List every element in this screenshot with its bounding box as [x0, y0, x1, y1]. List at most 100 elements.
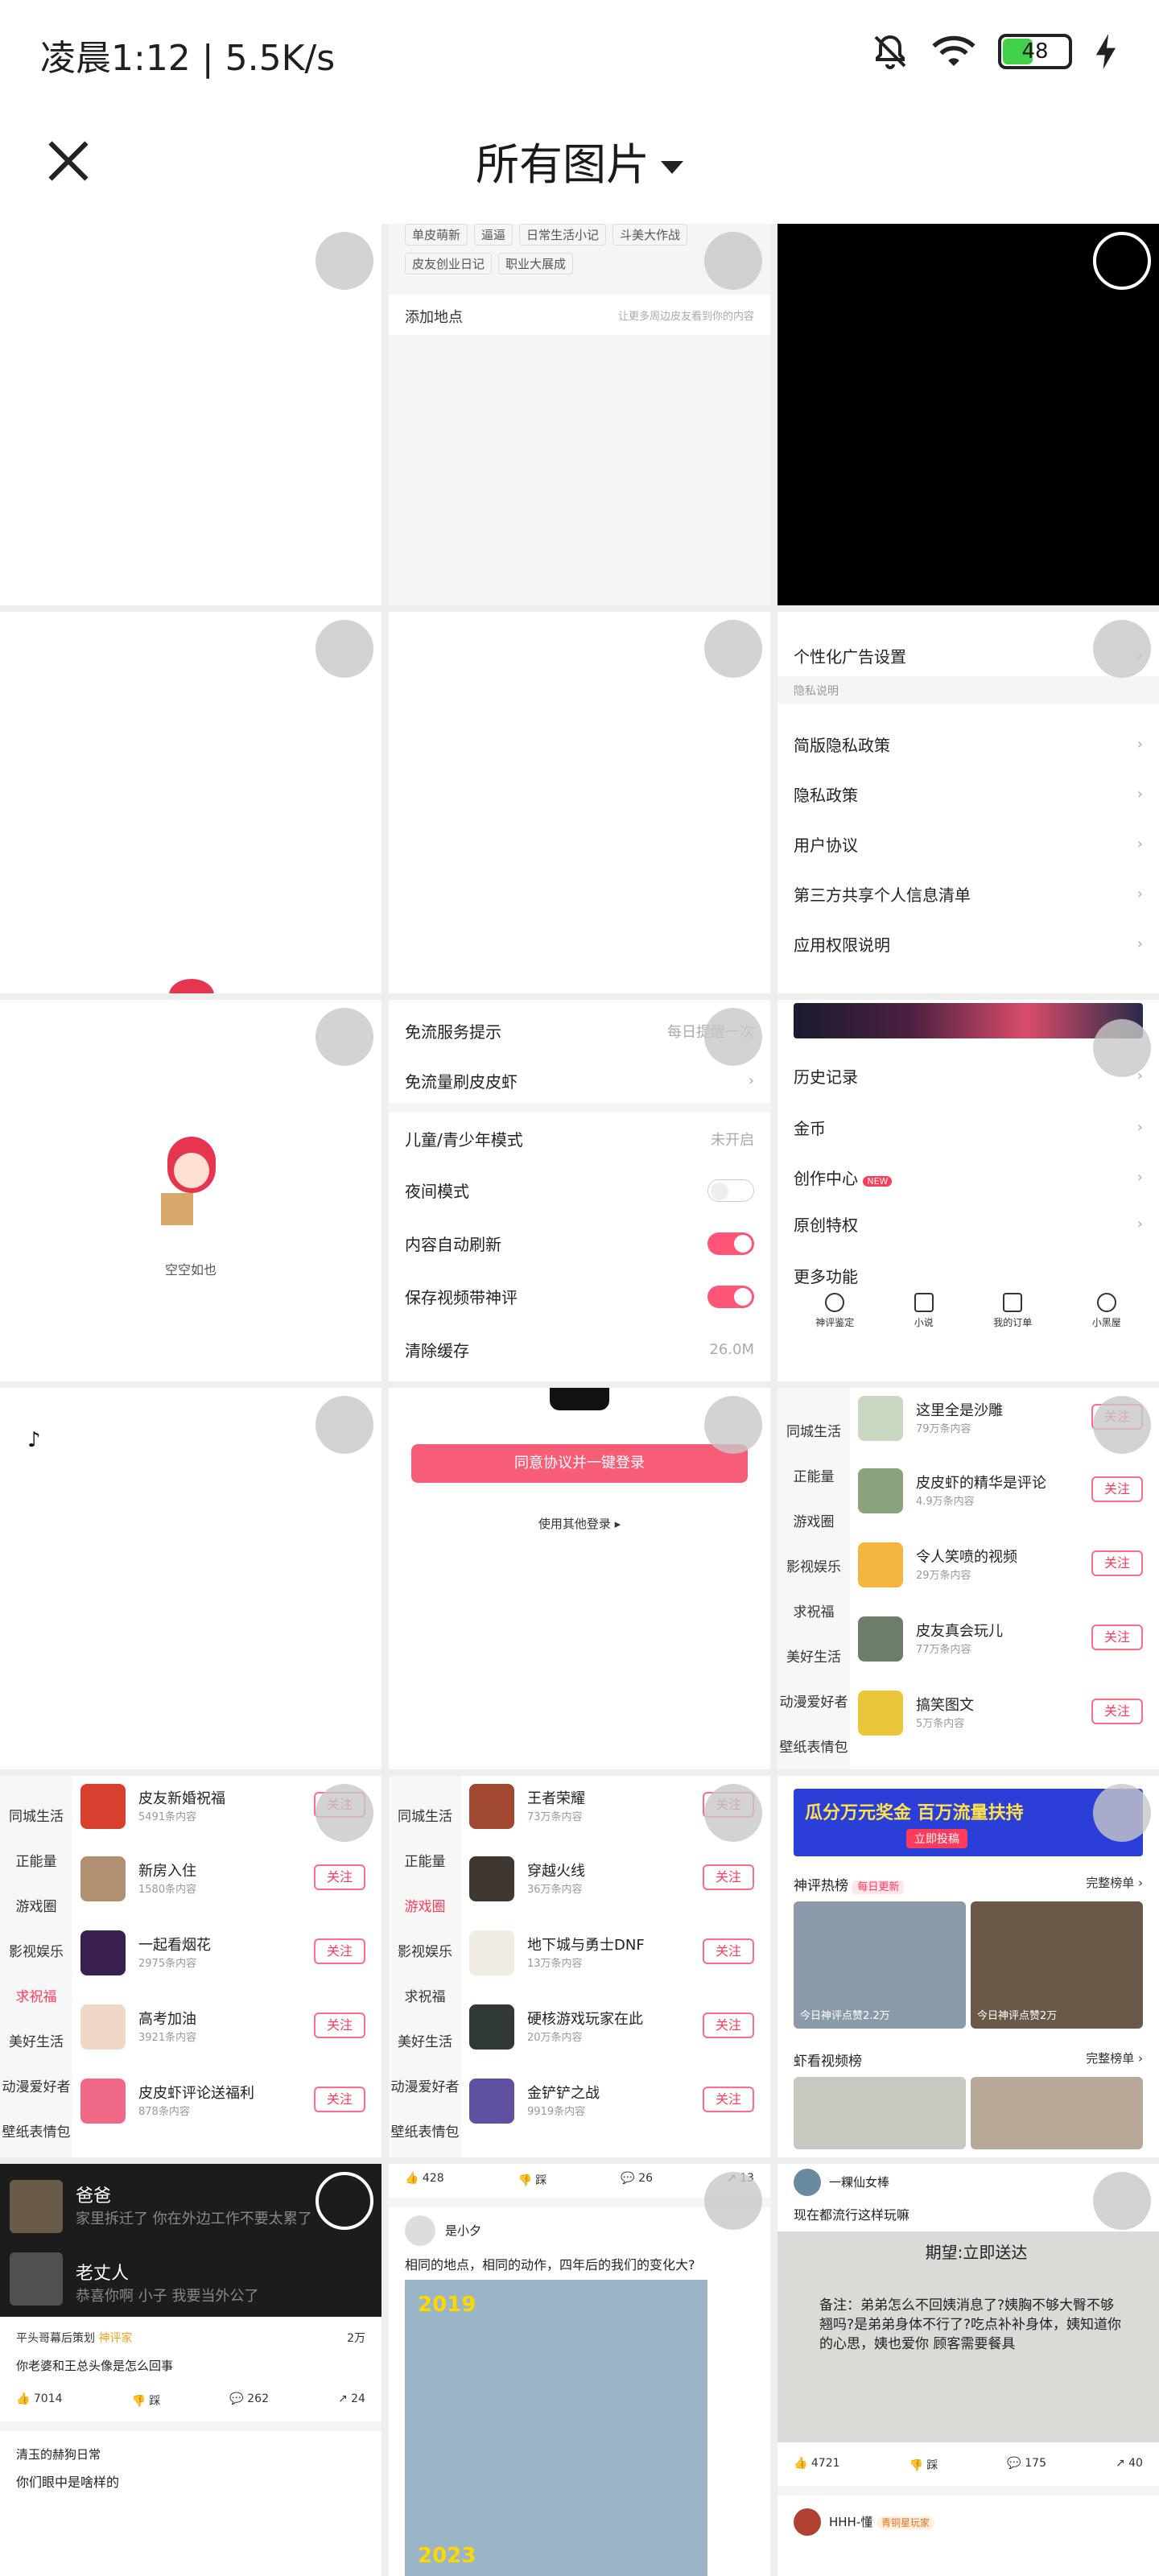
sidebar-item[interactable]: 壁纸表情包	[389, 2120, 461, 2140]
sidebar-item[interactable]: 正能量	[389, 1850, 461, 1870]
sidebar-item[interactable]: 壁纸表情包	[777, 1736, 850, 1756]
photo-cell[interactable]: 同城生活 正能量 游戏圈 影视娱乐 求祝福 美好生活 动漫爱好者 壁纸表情包 皮…	[0, 1776, 382, 2157]
select-circle[interactable]	[316, 232, 373, 290]
avatar[interactable]	[405, 2215, 435, 2246]
sidebar-item[interactable]: 求祝福	[777, 1600, 850, 1620]
photo-cell[interactable]: 免流服务提示每日提醒一次 免流量刷皮皮虾› 儿童/青少年模式 未开启 夜间模式 内…	[389, 1000, 770, 1381]
save-comment-toggle[interactable]	[707, 1285, 754, 1308]
follow-button[interactable]: 关注	[314, 2087, 365, 2112]
select-circle[interactable]	[316, 1396, 373, 1454]
select-circle[interactable]	[704, 1784, 762, 1842]
sidebar-item[interactable]: 正能量	[777, 1465, 850, 1485]
sidebar-item[interactable]: 壁纸表情包	[0, 2120, 72, 2140]
sidebar-item[interactable]: 影视娱乐	[777, 1555, 850, 1575]
photo-cell[interactable]	[0, 224, 382, 605]
video-thumb[interactable]	[794, 2077, 966, 2149]
select-circle[interactable]	[1093, 232, 1151, 290]
hot-thumb[interactable]: 今日神评点赞2.2万	[794, 1901, 966, 2029]
select-circle[interactable]	[704, 1396, 762, 1454]
dislike-button[interactable]: 👎 踩	[518, 2172, 547, 2188]
tool-item[interactable]: 神评鉴定	[815, 1293, 854, 1329]
photo-cell[interactable]: 同意协议并一键登录 使用其他登录 ▸	[389, 1388, 770, 1769]
sidebar-item[interactable]: 影视娱乐	[389, 1940, 461, 1960]
tool-item[interactable]: 小黑屋	[1092, 1293, 1121, 1329]
tool-item[interactable]: 小说	[914, 1293, 934, 1329]
photo-cell[interactable]: 空空如也	[0, 1000, 382, 1381]
post-author[interactable]: 是小夕	[445, 2222, 481, 2239]
like-button[interactable]: 👍 428	[405, 2172, 444, 2188]
sidebar-item[interactable]: 游戏圈	[777, 1510, 850, 1530]
select-circle[interactable]	[1093, 1019, 1151, 1077]
select-circle[interactable]	[316, 1784, 373, 1842]
sidebar-item[interactable]: 动漫爱好者	[389, 2075, 461, 2095]
sidebar-item[interactable]: 动漫爱好者	[777, 1690, 850, 1711]
select-circle[interactable]	[316, 1008, 373, 1066]
select-circle[interactable]	[704, 1008, 762, 1066]
comment-button[interactable]: 💬 26	[621, 2172, 653, 2188]
like-button[interactable]: 👍 7014	[16, 2392, 63, 2409]
auto-refresh-toggle[interactable]	[707, 1232, 754, 1255]
banner-button[interactable]: 立即投稿	[906, 1829, 967, 1848]
photo-cell[interactable]: 👍 428 👎 踩 💬 26 ↗ 13 是小夕 相同的地点，相同的动作，四年后的…	[389, 2164, 770, 2576]
hot-thumb[interactable]: 今日神评点赞2万	[971, 1901, 1143, 2029]
select-circle[interactable]	[1093, 620, 1151, 678]
photo-cell[interactable]	[389, 612, 770, 993]
night-mode-toggle[interactable]	[707, 1179, 754, 1202]
follow-button[interactable]: 关注	[314, 1938, 365, 1964]
photo-cell[interactable]: 个性化广告设置› 隐私说明 简版隐私政策› 隐私政策› 用户协议› 第三方共享个…	[777, 612, 1159, 993]
post-image[interactable]: 期望:立即送达 备注：弟弟怎么不回姨消息了?姨胸不够大臀不够翘吗?是弟弟身体不行…	[777, 2231, 1159, 2442]
dislike-button[interactable]: 👎 踩	[909, 2457, 938, 2473]
follow-button[interactable]: 关注	[703, 1864, 754, 1890]
post-author[interactable]: 一粿仙女棒	[829, 2174, 889, 2190]
photo-cell[interactable]: 一粿仙女棒 现在都流行这样玩嘛 期望:立即送达 备注：弟弟怎么不回姨消息了?姨胸…	[777, 2164, 1159, 2576]
post-author[interactable]: HHH-懂 青铜星玩家	[829, 2513, 935, 2530]
sidebar-item[interactable]: 同城生活	[389, 1805, 461, 1825]
sidebar-item[interactable]: 求祝福	[389, 1985, 461, 2005]
follow-button[interactable]: 关注	[1091, 1624, 1143, 1650]
like-button[interactable]: 👍 4721	[794, 2457, 840, 2473]
select-circle[interactable]	[1093, 1396, 1151, 1454]
sidebar-item[interactable]: 正能量	[0, 1850, 72, 1870]
comment-button[interactable]: 💬 175	[1007, 2457, 1046, 2473]
sidebar-item[interactable]: 美好生活	[0, 2030, 72, 2050]
post-image[interactable]: 2019 2023	[405, 2280, 707, 2576]
post-author[interactable]: 平头哥幕后策划 神评家	[16, 2330, 132, 2346]
follow-button[interactable]: 关注	[1091, 1476, 1143, 1502]
follow-button[interactable]: 关注	[1091, 1550, 1143, 1576]
photo-cell[interactable]: 历史记录 › 金币 › 创作中心 NEW › 原创特权 › 更多功能 神评鉴定 小说 我…	[777, 1000, 1159, 1381]
sidebar-item[interactable]: 求祝福	[0, 1985, 72, 2005]
photo-cell[interactable]: ♪	[0, 1388, 382, 1769]
photo-cell[interactable]: 爸爸 家里拆迁了 你在外边工作不要太累了 老丈人 恭喜你啊 小子 我要当外公了 …	[0, 2164, 382, 2576]
video-thumb[interactable]	[971, 2077, 1143, 2149]
select-circle[interactable]	[316, 2172, 373, 2230]
select-circle[interactable]	[1093, 2172, 1151, 2230]
follow-button[interactable]: 关注	[314, 1864, 365, 1890]
sidebar-item[interactable]: 游戏圈	[389, 1895, 461, 1915]
sidebar-item[interactable]: 同城生活	[0, 1805, 72, 1825]
select-circle[interactable]	[1093, 1784, 1151, 1842]
avatar[interactable]	[794, 2169, 821, 2196]
full-list-link[interactable]: 完整榜单 ›	[1086, 2050, 1143, 2066]
photo-cell[interactable]	[777, 224, 1159, 605]
sidebar-item[interactable]: 影视娱乐	[0, 1940, 72, 1960]
select-circle[interactable]	[316, 620, 373, 678]
follow-button[interactable]: 关注	[703, 1938, 754, 1964]
sidebar-item[interactable]: 动漫爱好者	[0, 2075, 72, 2095]
comment-button[interactable]: 💬 262	[229, 2392, 269, 2409]
select-circle[interactable]	[704, 2172, 762, 2230]
full-list-link[interactable]: 完整榜单 ›	[1086, 1874, 1143, 1891]
dislike-button[interactable]: 👎 踩	[132, 2392, 161, 2409]
follow-button[interactable]: 关注	[703, 2087, 754, 2112]
post-author[interactable]: 清玉的赫狗日常	[16, 2446, 101, 2462]
follow-button[interactable]: 关注	[703, 2013, 754, 2038]
avatar[interactable]	[794, 2508, 821, 2536]
photo-cell[interactable]: 同城生活 正能量 游戏圈 影视娱乐 求祝福 美好生活 动漫爱好者 壁纸表情包 这…	[777, 1388, 1159, 1769]
album-selector[interactable]: 所有图片	[0, 129, 1159, 192]
follow-button[interactable]: 关注	[314, 2013, 365, 2038]
photo-cell[interactable]: 同城生活 正能量 游戏圈 影视娱乐 求祝福 美好生活 动漫爱好者 壁纸表情包 王…	[389, 1776, 770, 2157]
photo-cell[interactable]: 单皮萌新 逼逼 日常生活小记 斗美大作战 皮友创业日记 职业大展成 添加地点 让更多周边…	[389, 224, 770, 605]
other-login-link[interactable]: 使用其他登录 ▸	[389, 1515, 770, 1532]
share-button[interactable]: ↗ 24	[338, 2392, 365, 2409]
sidebar-item[interactable]: 美好生活	[389, 2030, 461, 2050]
select-circle[interactable]	[704, 232, 762, 290]
